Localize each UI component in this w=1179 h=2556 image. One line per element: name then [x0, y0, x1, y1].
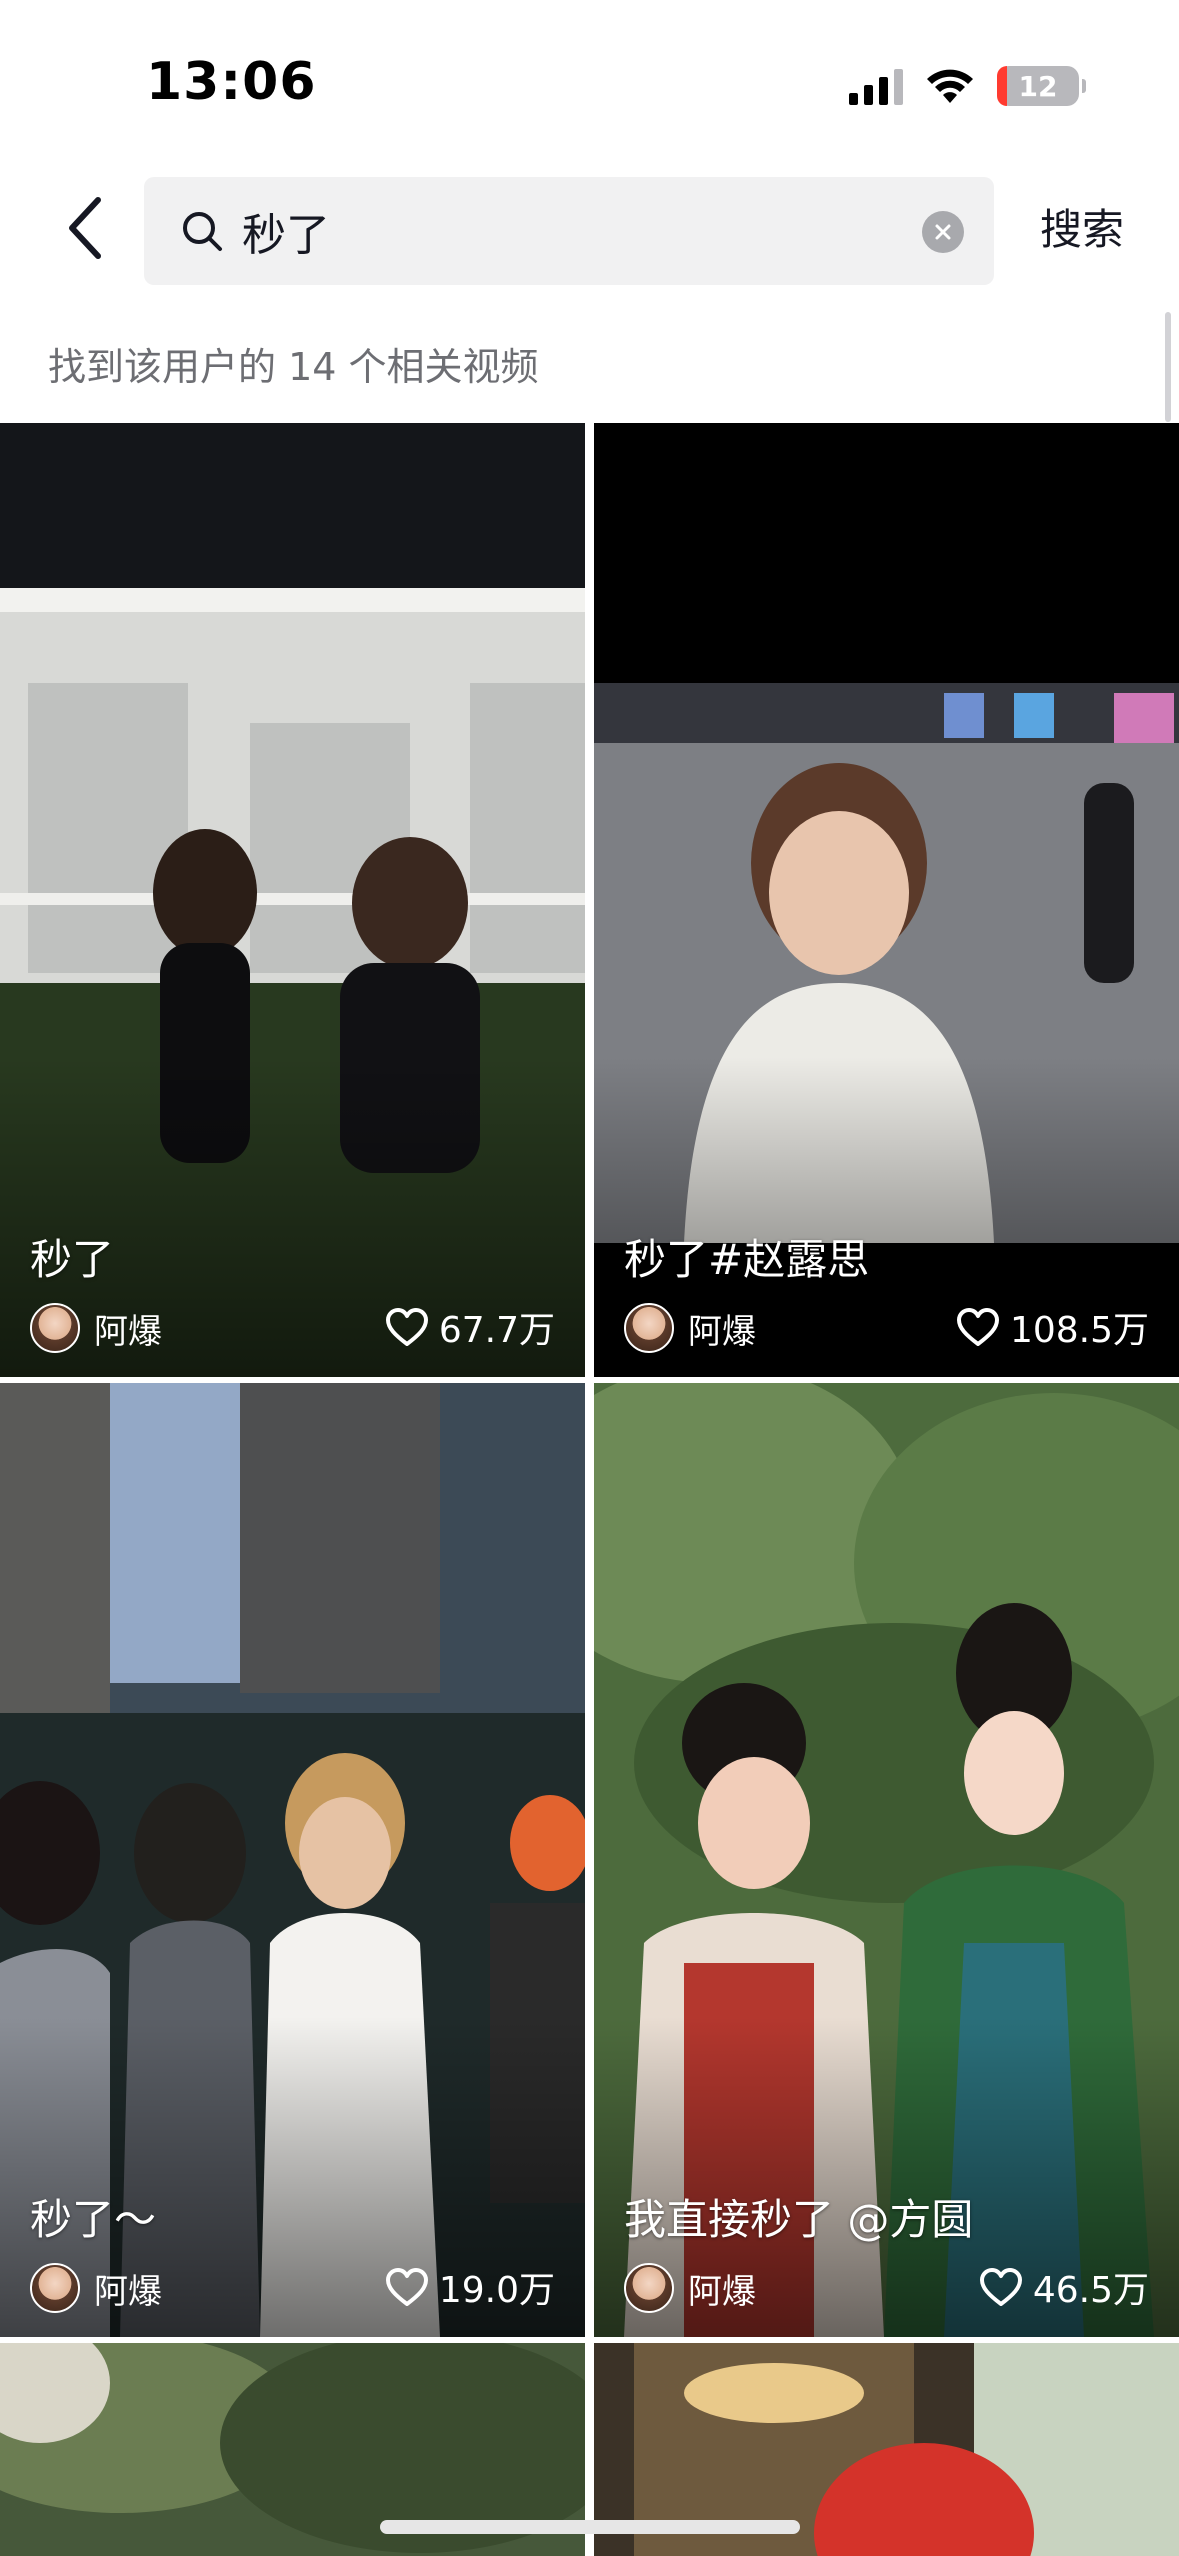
author-info[interactable]: 阿爆: [624, 2263, 756, 2313]
cellular-signal-icon: [849, 67, 903, 105]
video-title: 秒了: [30, 1235, 115, 1284]
video-card[interactable]: 秒了#赵露思 阿爆 108.5万: [594, 423, 1179, 1377]
like-count-value: 108.5万: [1009, 1310, 1149, 1351]
heart-icon: [979, 2268, 1022, 2306]
avatar: [624, 2263, 674, 2313]
status-time: 13:06: [146, 52, 317, 112]
back-button[interactable]: [44, 188, 124, 268]
battery-icon: 12: [997, 66, 1086, 106]
like-count-value: 46.5万: [1032, 2270, 1149, 2311]
wifi-icon: [927, 69, 973, 103]
like-count: 67.7万: [385, 1301, 555, 1353]
heart-icon: [385, 1308, 428, 1346]
chevron-left-icon: [69, 197, 101, 259]
video-title: 秒了～: [30, 2195, 157, 2244]
author-name: 阿爆: [688, 1311, 756, 1352]
status-bar: 13:06 12: [0, 0, 1179, 160]
status-icons: 12: [849, 60, 1086, 112]
heart-icon: [385, 2268, 428, 2306]
author-name: 阿爆: [94, 2271, 162, 2312]
search-box[interactable]: [144, 177, 994, 285]
video-card[interactable]: 秒了～ 阿爆 19.0万: [0, 1383, 585, 2337]
search-input[interactable]: [242, 177, 862, 285]
close-icon: [935, 224, 951, 240]
video-title: 秒了#赵露思: [624, 1235, 870, 1284]
like-count-value: 19.0万: [438, 2270, 555, 2311]
heart-icon: [956, 1308, 999, 1346]
avatar: [30, 1303, 80, 1353]
home-indicator[interactable]: [380, 2520, 800, 2534]
avatar: [30, 2263, 80, 2313]
author-info[interactable]: 阿爆: [624, 1303, 756, 1353]
result-count: 找到该用户的 14 个相关视频: [48, 345, 539, 389]
search-icon: [183, 212, 222, 251]
like-count: 108.5万: [956, 1301, 1149, 1353]
author-info[interactable]: 阿爆: [30, 2263, 162, 2313]
search-header: 搜索: [0, 160, 1179, 310]
author-name: 阿爆: [94, 1311, 162, 1352]
battery-level: 12: [1018, 69, 1058, 103]
author-name: 阿爆: [688, 2271, 756, 2312]
video-card[interactable]: 秒了 阿爆 67.7万: [0, 423, 585, 1377]
scrollbar[interactable]: [1165, 312, 1171, 422]
avatar: [624, 1303, 674, 1353]
like-count: 19.0万: [385, 2261, 555, 2313]
video-card[interactable]: 我直接秒了 @方圆 阿爆 46.5万: [594, 1383, 1179, 2337]
search-button[interactable]: 搜索: [1040, 190, 1124, 270]
clear-search-button[interactable]: [922, 211, 964, 253]
video-title: 我直接秒了 @方圆: [624, 2195, 974, 2244]
author-info[interactable]: 阿爆: [30, 1303, 162, 1353]
like-count-value: 67.7万: [438, 1310, 555, 1351]
like-count: 46.5万: [979, 2261, 1149, 2313]
